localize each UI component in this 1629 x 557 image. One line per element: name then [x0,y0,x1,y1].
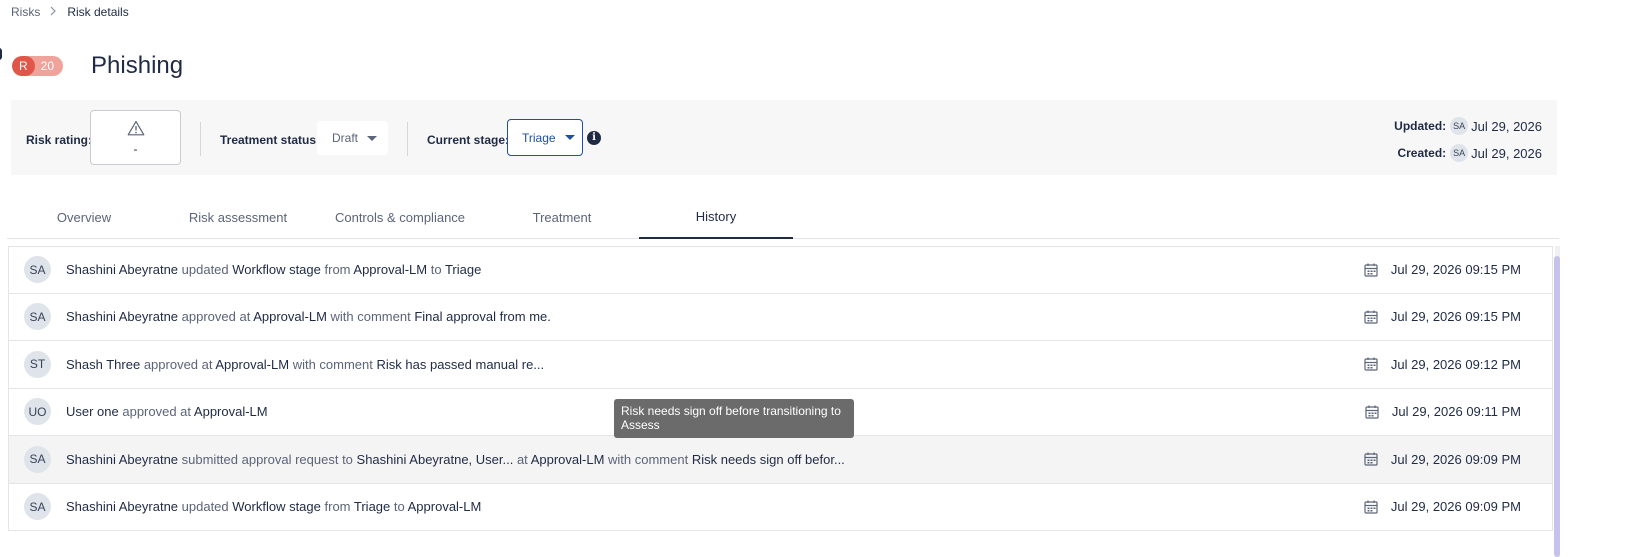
calendar-icon [1364,452,1378,466]
scrollbar-thumb[interactable] [1554,256,1560,557]
avatar: SA [1450,144,1469,162]
history-timestamp: Jul 29, 2026 09:15 PM [1364,262,1521,277]
calendar-icon [1364,263,1378,277]
actor-name: Shashini Abeyratne [66,262,179,278]
divider [407,122,408,156]
avatar: UO [24,398,51,426]
updated-date: Jul 29, 2026 [1471,118,1542,134]
risk-rating-value: - [133,141,138,156]
avatar: SA [1450,117,1469,135]
page-title: Phishing [91,52,184,79]
risk-badge-letter: R [12,56,35,76]
calendar-icon [1364,357,1378,371]
comment-tooltip: Risk needs sign off before transitioning… [614,399,854,438]
avatar: SA [24,493,51,521]
history-timestamp: Jul 29, 2026 09:09 PM [1364,499,1521,514]
truncated-comment[interactable]: Risk needs sign off befor... [692,452,845,467]
history-entry-text: Shashini Abeyratne approved at Approval-… [66,309,551,325]
calendar-icon [1364,500,1378,514]
risk-rating-box[interactable]: - [90,110,181,165]
breadcrumb: Risks Risk details [11,5,129,19]
tab-history[interactable]: History [639,195,793,239]
history-entry-text: Shash Three approved at Approval-LM with… [66,356,545,372]
actor-name: Shash Three [66,356,141,372]
created-meta: Created: SA Jul 29, 2026 [1397,144,1542,162]
treatment-status-value: Draft [332,131,359,145]
divider [200,122,201,156]
breadcrumb-current: Risk details [67,5,129,19]
avatar: SA [24,445,51,473]
updated-label: Updated: [1394,119,1447,133]
list-item: ST Shash Three approved at Approval-LM w… [8,341,1553,389]
chevron-right-icon [50,5,57,19]
history-timestamp: Jul 29, 2026 09:11 PM [1365,404,1521,419]
avatar: SA [24,256,51,284]
risk-info-panel: Risk rating: - Treatment status: Draft C… [11,100,1557,175]
warning-triangle-icon [127,120,144,135]
history-list: SA Shashini Abeyratne updated Workflow s… [8,246,1553,531]
treatment-status-label: Treatment status: [220,133,321,147]
caret-down-icon [367,135,378,141]
list-item: SA Shashini Abeyratne updated Workflow s… [8,246,1553,294]
calendar-icon [1364,310,1378,324]
tab-controls-compliance[interactable]: Controls & compliance [315,195,485,239]
history-entry-text: Shashini Abeyratne submitted approval re… [66,451,845,467]
actor-name: Shashini Abeyratne [66,451,179,467]
tab-overview[interactable]: Overview [7,195,161,239]
actor-name: User one [66,404,119,420]
tab-treatment[interactable]: Treatment [485,195,639,239]
actor-name: Shashini Abeyratne [66,309,179,325]
tab-risk-assessment[interactable]: Risk assessment [161,195,315,239]
risk-score-badge: R 20 [12,56,64,76]
avatar: ST [24,350,51,378]
list-item: SA Shashini Abeyratne updated Workflow s… [8,483,1553,531]
collapse-handle[interactable] [0,48,2,60]
actor-name: Shashini Abeyratne [66,499,179,515]
list-item: SA Shashini Abeyratne submitted approval… [8,436,1553,484]
treatment-status-dropdown[interactable]: Draft [317,121,388,155]
current-stage-value: Triage [522,130,556,145]
created-label: Created: [1397,146,1447,160]
breadcrumb-risks-link[interactable]: Risks [11,5,40,19]
history-entry-text: Shashini Abeyratne updated Workflow stag… [66,262,482,278]
updated-meta: Updated: SA Jul 29, 2026 [1394,117,1542,135]
history-entry-text: User one approved at Approval-LM [66,404,268,420]
history-timestamp: Jul 29, 2026 09:09 PM [1364,452,1521,467]
created-date: Jul 29, 2026 [1471,145,1542,161]
risk-rating-label: Risk rating: [26,133,93,147]
risk-badge-score: 20 [40,59,55,73]
history-timestamp: Jul 29, 2026 09:15 PM [1364,309,1521,324]
list-item: SA Shashini Abeyratne approved at Approv… [8,293,1553,341]
history-entry-text: Shashini Abeyratne updated Workflow stag… [66,499,482,515]
caret-down-icon [564,135,575,140]
calendar-icon [1365,405,1379,419]
title-row: R 20 Phishing [12,52,183,80]
info-icon[interactable]: i [587,131,601,145]
avatar: SA [24,303,51,331]
tab-bar: Overview Risk assessment Controls & comp… [7,195,1559,239]
current-stage-dropdown[interactable]: Triage [507,119,583,156]
history-timestamp: Jul 29, 2026 09:12 PM [1364,357,1521,372]
current-stage-label: Current stage: [427,133,510,147]
